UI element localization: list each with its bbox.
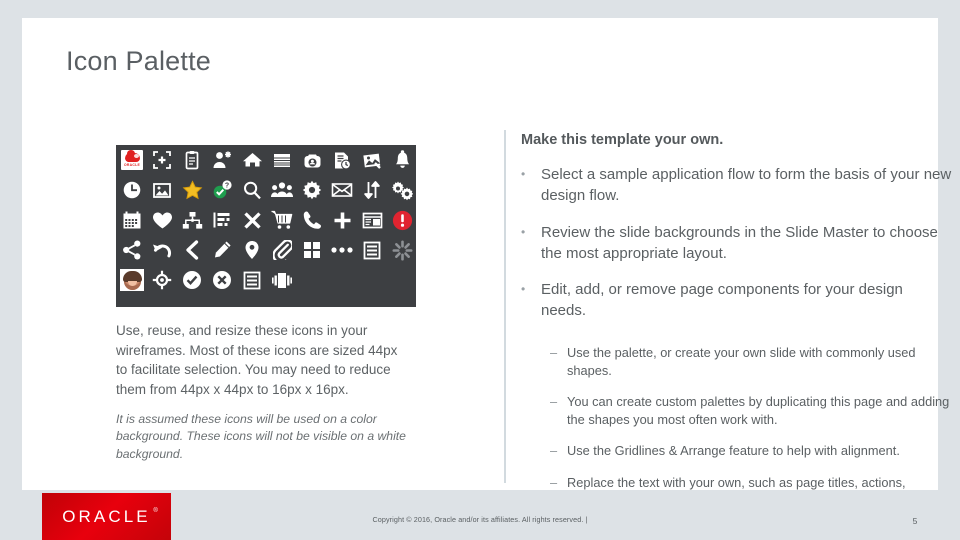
pencil-edit-icon[interactable]: [207, 235, 237, 265]
sub-bullet-text: You can create custom palettes by duplic…: [567, 394, 950, 428]
palette-row: ?: [116, 175, 416, 205]
sub-bullet-marker: –: [550, 443, 558, 459]
clipboard-icon[interactable]: [177, 145, 207, 175]
org-chart-icon[interactable]: [177, 205, 207, 235]
sub-bullet-list: – Use the palette, or create your own sl…: [520, 344, 952, 510]
image-icon[interactable]: [147, 175, 177, 205]
palette-row: ORACLE: [116, 145, 416, 175]
undo-icon[interactable]: [147, 235, 177, 265]
location-pin-icon[interactable]: [237, 235, 267, 265]
avatar-photo-icon[interactable]: [117, 265, 147, 295]
list-item: • Select a sample application flow to fo…: [520, 164, 952, 207]
bell-icon[interactable]: [387, 145, 417, 175]
sub-bullet-marker: –: [550, 394, 558, 410]
alert-circle-icon[interactable]: [387, 205, 417, 235]
multi-gears-icon[interactable]: [387, 175, 417, 205]
bullet-marker: •: [521, 282, 526, 297]
gantt-chart-icon[interactable]: [207, 205, 237, 235]
page-title: Icon Palette: [66, 46, 211, 76]
list-item: • Edit, add, or remove page components f…: [520, 279, 952, 322]
palette-row: [116, 265, 416, 295]
icon-palette-panel: ORACLE ?: [116, 145, 416, 307]
briefcase-camera-icon[interactable]: [297, 145, 327, 175]
bullet-text: Select a sample application flow to form…: [541, 166, 952, 205]
slide-canvas: Icon Palette ORACLE ? Use, reuse, and re…: [22, 18, 951, 508]
group-people-icon[interactable]: [267, 175, 297, 205]
heart-icon[interactable]: [147, 205, 177, 235]
sub-bullet-text: Use the Gridlines & Arrange feature to h…: [567, 443, 900, 459]
sub-bullet-marker: –: [550, 344, 558, 360]
column-divider: [504, 130, 506, 483]
list-view-icon[interactable]: [237, 265, 267, 295]
loading-spinner-icon[interactable]: [387, 235, 417, 265]
table-list-icon[interactable]: [267, 145, 297, 175]
check-circle-icon[interactable]: [177, 265, 207, 295]
chevron-left-icon[interactable]: [177, 235, 207, 265]
palette-usage-note: Use, reuse, and resize these icons in yo…: [116, 323, 398, 397]
share-icon[interactable]: [117, 235, 147, 265]
photo-stack-icon[interactable]: [357, 145, 387, 175]
grid-tiles-icon[interactable]: [297, 235, 327, 265]
instructions-heading: Make this template your own.: [521, 132, 724, 148]
gear-icon[interactable]: [297, 175, 327, 205]
list-item: • Review the slide backgrounds in the Sl…: [520, 222, 952, 265]
sub-list-item: – Use the palette, or create your own sl…: [520, 344, 952, 380]
plus-icon[interactable]: [327, 205, 357, 235]
calendar-icon[interactable]: [117, 205, 147, 235]
clock-icon[interactable]: [117, 175, 147, 205]
check-question-icon[interactable]: ?: [207, 175, 237, 205]
more-ellipsis-icon[interactable]: [327, 235, 357, 265]
crosshair-target-icon[interactable]: [147, 265, 177, 295]
palette-row: [116, 205, 416, 235]
sub-list-item: – Use the Gridlines & Arrange feature to…: [520, 442, 952, 460]
home-icon[interactable]: [237, 145, 267, 175]
instructions-column: Make this template your own. • Select a …: [520, 132, 952, 523]
oracle-logo-badge-icon[interactable]: ORACLE: [117, 145, 147, 175]
envelope-icon[interactable]: [327, 175, 357, 205]
dashboard-window-icon[interactable]: [357, 205, 387, 235]
bullet-marker: •: [521, 167, 526, 181]
star-icon[interactable]: [177, 175, 207, 205]
search-icon[interactable]: [237, 175, 267, 205]
bullet-text: Review the slide backgrounds in the Slid…: [541, 223, 938, 262]
paperclip-icon[interactable]: [267, 235, 297, 265]
bullet-text: Edit, add, or remove page components for…: [541, 281, 903, 320]
palette-row: [116, 235, 416, 265]
close-x-icon[interactable]: [237, 205, 267, 235]
sub-bullet-text: Use the palette, or create your own slid…: [567, 344, 916, 378]
shopping-cart-icon[interactable]: [267, 205, 297, 235]
bullet-marker: •: [521, 224, 526, 239]
svg-text:?: ?: [225, 182, 229, 189]
copyright-notice: Copyright © 2016, Oracle and/or its affi…: [372, 515, 588, 524]
sort-arrows-icon[interactable]: [357, 175, 387, 205]
document-clock-icon[interactable]: [327, 145, 357, 175]
close-circle-icon[interactable]: [207, 265, 237, 295]
phone-icon[interactable]: [297, 205, 327, 235]
palette-background-note: It is assumed these icons will be used o…: [116, 412, 406, 461]
focus-frame-add-icon[interactable]: [147, 145, 177, 175]
list-lines-icon[interactable]: [357, 235, 387, 265]
carousel-icon[interactable]: [267, 265, 297, 295]
add-user-icon[interactable]: [207, 145, 237, 175]
sub-list-item: – You can create custom palettes by dupl…: [520, 393, 952, 429]
page-number: 5: [912, 516, 918, 526]
